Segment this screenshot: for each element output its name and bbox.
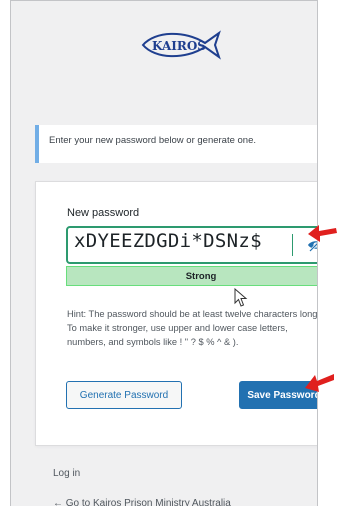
mouse-cursor-icon: [234, 288, 248, 307]
password-hint: Hint: The password should be at least tw…: [67, 309, 318, 347]
generate-password-button[interactable]: Generate Password: [66, 381, 182, 409]
new-password-input[interactable]: xDYEEZDGDi*DSNz$: [66, 226, 317, 264]
strength-label: Strong: [185, 270, 217, 282]
password-value: xDYEEZDGDi*DSNz$: [74, 230, 262, 252]
reset-password-form: New password xDYEEZDGDi*DSNz$ Strong Hin…: [35, 181, 318, 446]
password-strength-meter: Strong: [66, 266, 317, 286]
notice-text: Enter your new password below or generat…: [49, 135, 257, 146]
back-to-site-link[interactable]: ← Go to Kairos Prison Ministry Australia: [53, 498, 231, 506]
instruction-notice: Enter your new password below or generat…: [35, 125, 317, 163]
kairos-logo[interactable]: KAIROS: [139, 28, 223, 62]
logo-text: KAIROS: [152, 39, 206, 53]
login-link[interactable]: Log in: [53, 468, 80, 479]
new-password-label: New password: [67, 207, 140, 219]
login-page: KAIROS Enter your new password below or …: [10, 0, 318, 506]
red-arrow-icon: [305, 374, 334, 392]
text-caret: [292, 234, 293, 256]
red-arrow-icon: [308, 225, 337, 242]
